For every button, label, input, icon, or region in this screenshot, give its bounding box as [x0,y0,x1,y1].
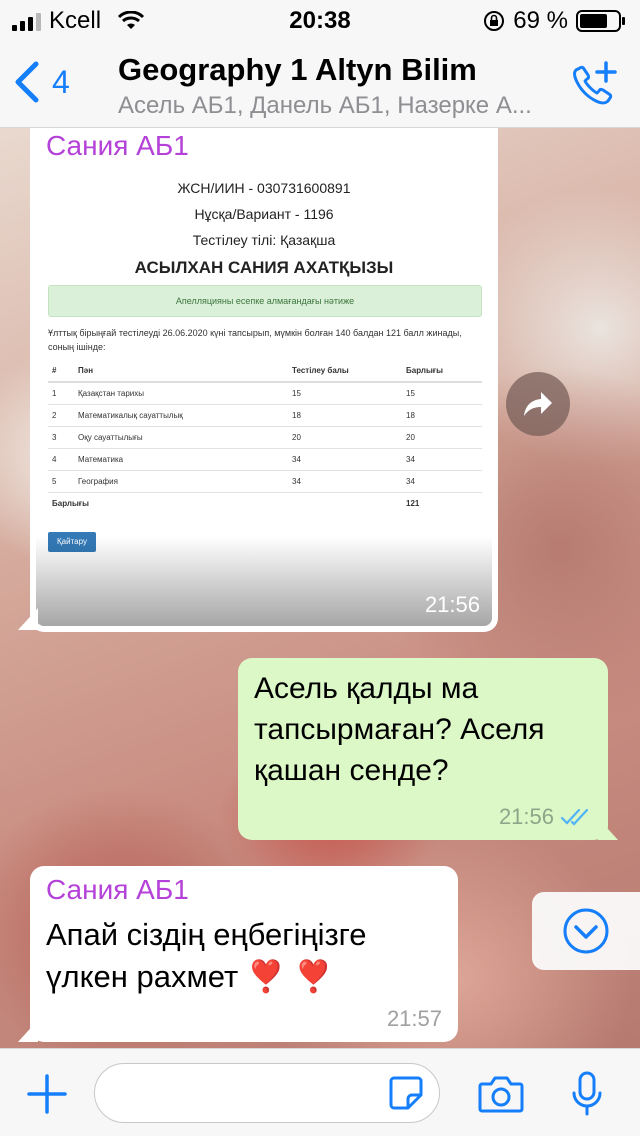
status-right: 69 % [483,7,626,35]
chat-title[interactable]: Geography 1 Altyn Bilim [118,52,477,88]
table-cell: Қазақстан тарихы [74,381,288,405]
forward-icon [524,392,552,416]
status-bar: Kcell 20:38 69 % [0,0,640,40]
message-text: Асель қалды ма тапсырмаған? Аселя қашан … [254,672,545,787]
chat-participants[interactable]: Асель АБ1, Данель АБ1, Назерке А... [118,92,532,120]
table-header: # [48,360,74,383]
sticker-icon[interactable] [388,1075,424,1111]
chevron-down-circle-icon [563,908,609,954]
table-total-label: Барлығы [48,492,402,515]
table-row: 5 География 34 34 [48,470,482,493]
back-button[interactable]: 4 [14,60,70,104]
table-cell: 20 [288,426,402,449]
chat-header: 4 Geography 1 Altyn Bilim Асель АБ1, Дан… [0,40,640,128]
battery-icon [576,10,625,32]
message-time: 21:56 [498,804,554,829]
results-table: # Пән Тестілеу балы Барлығы 1 Қазақстан … [48,360,482,515]
table-cell: 18 [288,404,402,427]
table-cell: 5 [48,470,74,493]
table-cell: 20 [402,426,482,449]
scroll-to-bottom-button[interactable] [532,892,640,970]
sender-name[interactable]: Сания АБ1 [46,874,189,906]
image-intro-text: Ұлттық бірыңғай тестілеуді 26.06.2020 кү… [48,328,462,352]
message-input-bar [0,1048,640,1136]
double-check-icon [560,808,589,826]
message-time: 21:57 [386,1006,442,1031]
table-row: 2 Математикалық сауаттылық 18 18 [48,404,482,427]
image-variant-line: Нұсқа/Вариант - 1196 [194,206,334,222]
table-total-value: 121 [402,492,482,515]
table-cell: 15 [402,381,482,405]
plus-icon[interactable] [26,1073,68,1115]
table-cell: 15 [288,381,402,405]
outgoing-message-bubble[interactable]: Асель қалды ма тапсырмаған? Аселя қашан … [238,658,608,840]
table-cell: 4 [48,448,74,471]
table-cell: 2 [48,404,74,427]
microphone-icon[interactable] [570,1071,604,1117]
table-row: 3 Оқу сауаттылығы 20 20 [48,426,482,449]
table-cell: 18 [402,404,482,427]
image-student-name: АСЫЛХАН САНИЯ АХАТҚЫЗЫ [134,258,394,277]
table-header: Барлығы [402,360,482,383]
table-cell: 3 [48,426,74,449]
image-id-line: ЖСН/ИИН - 030731600891 [177,180,351,196]
table-header: Тестілеу балы [288,360,402,383]
orientation-lock-icon [484,11,505,31]
table-cell: Математикалық сауаттылық [74,404,288,427]
table-cell: 34 [402,448,482,471]
message-time: 21:56 [424,592,480,617]
camera-icon[interactable] [478,1075,524,1113]
table-header-row: # Пән Тестілеу балы Барлығы [48,360,482,383]
chevron-left-icon [15,61,39,103]
image-shade [36,536,492,626]
table-cell: 34 [288,448,402,471]
table-cell: Математика [74,448,288,471]
image-message-bubble[interactable]: Сания АБ1 ЖСН/ИИН - 030731600891 Нұсқа/В… [30,128,498,632]
table-cell: География [74,470,288,493]
table-row: 1 Қазақстан тарихы 15 15 [48,381,482,405]
attached-image[interactable]: ЖСН/ИИН - 030731600891 Нұсқа/Вариант - 1… [36,172,492,626]
message-meta: 21:56 [499,804,594,830]
image-language-line: Тестілеу тілі: Қазақша [192,232,336,248]
table-cell: 34 [288,470,402,493]
table-cell: 34 [402,470,482,493]
add-call-icon[interactable] [568,60,618,108]
message-text: Апай сіздің еңбегіңізге үлкен рахмет ❣️ … [46,917,367,994]
battery-percent: 69 % [513,7,568,34]
sender-name[interactable]: Сания АБ1 [46,130,189,162]
image-alert: Апелляцияны есепке алмағандағы нәтиже [48,285,482,317]
table-total-row: Барлығы 121 [48,492,482,515]
incoming-message-bubble[interactable]: Сания АБ1 Апай сіздің еңбегіңізге үлкен … [30,866,458,1042]
unread-count: 4 [52,63,70,100]
table-cell: 1 [48,381,74,405]
table-header: Пән [74,360,288,383]
forward-button[interactable] [506,372,570,436]
table-row: 4 Математика 34 34 [48,448,482,471]
table-cell: Оқу сауаттылығы [74,426,288,449]
